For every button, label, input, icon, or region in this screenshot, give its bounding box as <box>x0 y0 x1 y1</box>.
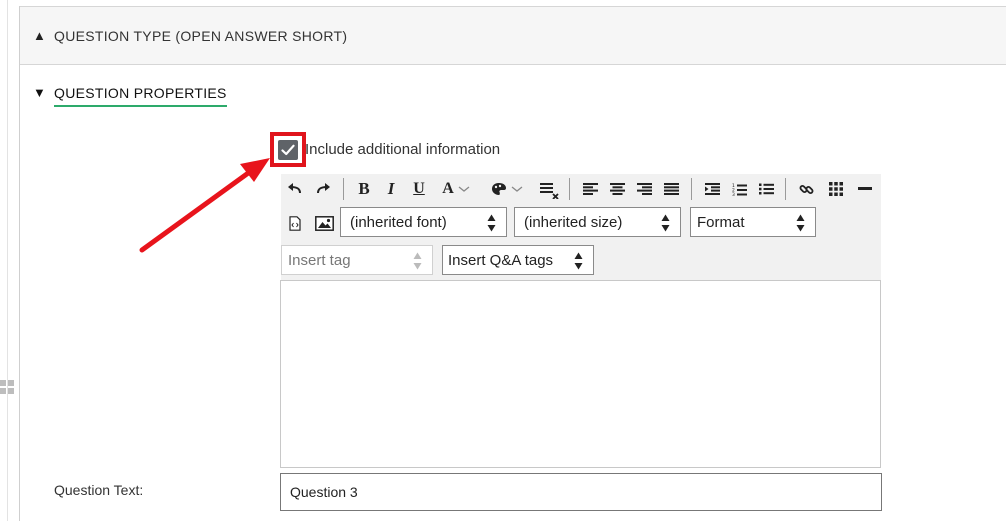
link-icon[interactable] <box>796 178 816 200</box>
question-type-title: QUESTION TYPE (OPEN ANSWER SHORT) <box>54 28 348 44</box>
spinner-arrows-icon <box>487 214 496 232</box>
italic-icon[interactable]: I <box>382 178 400 200</box>
source-code-icon[interactable] <box>286 212 304 234</box>
collapse-arrow-icon[interactable]: ▲ <box>33 28 46 43</box>
table-icon[interactable] <box>826 178 846 200</box>
underline-icon[interactable]: U <box>409 178 429 200</box>
ordered-list-icon[interactable]: 123 <box>729 178 749 200</box>
rich-text-toolbar: B I U A 123 (inherited font) (inherited … <box>281 174 881 280</box>
expand-arrow-icon[interactable]: ▼ <box>33 85 46 100</box>
align-center-icon[interactable] <box>607 178 627 200</box>
indent-icon[interactable] <box>702 178 722 200</box>
insert-tag-select[interactable]: Insert tag <box>281 245 433 275</box>
clear-format-icon[interactable] <box>537 178 561 200</box>
background-color-icon[interactable] <box>489 178 525 200</box>
image-icon[interactable] <box>313 212 335 234</box>
svg-text:3: 3 <box>732 192 735 196</box>
question-text-label: Question Text: <box>54 482 144 498</box>
format-value: Format <box>697 214 745 231</box>
horizontal-rule-icon[interactable] <box>855 178 875 200</box>
insert-tag-value: Insert tag <box>288 252 351 269</box>
font-color-icon[interactable]: A <box>439 178 473 200</box>
spinner-arrows-icon <box>661 214 670 232</box>
align-left-icon[interactable] <box>580 178 600 200</box>
justify-icon[interactable] <box>661 178 681 200</box>
redo-icon[interactable] <box>313 178 333 200</box>
rich-text-editor-area[interactable] <box>280 280 881 468</box>
undo-icon[interactable] <box>285 178 305 200</box>
insert-qa-tags-select[interactable]: Insert Q&A tags <box>442 245 594 275</box>
bold-icon[interactable]: B <box>355 178 373 200</box>
format-select[interactable]: Format <box>690 207 816 237</box>
font-size-select[interactable]: (inherited size) <box>514 207 681 237</box>
spinner-arrows-icon <box>574 252 583 270</box>
question-text-input[interactable] <box>280 473 882 511</box>
drag-handle-icon[interactable] <box>0 378 14 394</box>
insert-qa-tags-value: Insert Q&A tags <box>448 252 554 269</box>
panel-left-border <box>19 6 20 521</box>
page-left-rule <box>7 0 8 521</box>
align-right-icon[interactable] <box>634 178 654 200</box>
spinner-arrows-icon <box>796 214 805 232</box>
spinner-arrows-icon <box>413 252 422 270</box>
font-family-value: (inherited font) <box>350 214 447 231</box>
include-info-label[interactable]: Include additional information <box>305 141 500 158</box>
annotation-highlight-box <box>270 132 306 167</box>
font-family-select[interactable]: (inherited font) <box>340 207 507 237</box>
question-type-header[interactable]: ▲ QUESTION TYPE (OPEN ANSWER SHORT) <box>20 6 1006 65</box>
font-size-value: (inherited size) <box>524 214 623 231</box>
question-properties-title: QUESTION PROPERTIES <box>54 85 227 107</box>
unordered-list-icon[interactable] <box>756 178 776 200</box>
